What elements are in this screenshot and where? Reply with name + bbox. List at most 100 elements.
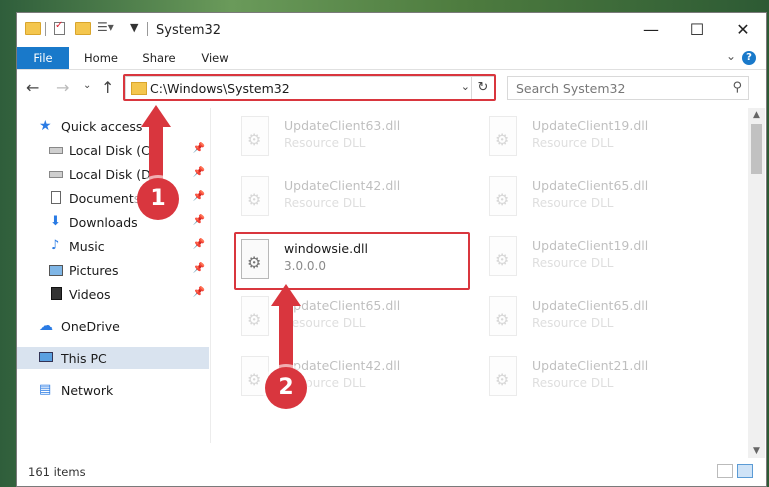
dll-file-icon: ⚙ (485, 116, 521, 160)
recent-locations-icon[interactable]: ⌄ (83, 80, 91, 91)
back-arrow-icon[interactable]: ← (26, 78, 39, 97)
sidebar-item-network[interactable]: ▤ Network (17, 379, 209, 401)
tab-view[interactable]: View (193, 47, 237, 69)
help-icon[interactable]: ? (742, 51, 756, 65)
file-item[interactable]: ⚙ UpdateClient19.dll Resource DLL (465, 230, 705, 286)
sidebar-item-documents[interactable]: Documents 📌 (17, 187, 209, 209)
sidebar-item-label: Videos (69, 287, 111, 302)
file-type: Resource DLL (532, 376, 614, 390)
dll-file-icon: ⚙ (237, 176, 273, 220)
file-item[interactable]: ⚙ UpdateClient65.dll Resource DLL (465, 170, 705, 226)
star-icon: ★ (39, 118, 52, 134)
file-explorer-window: ☰▾ ▼ System32 — ☐ ✕ File Home Share View… (16, 12, 767, 487)
separator (147, 22, 148, 36)
scroll-up-icon[interactable]: ▲ (748, 108, 765, 122)
close-button[interactable]: ✕ (720, 13, 766, 47)
customize-toolbar-icon[interactable]: ☰▾ (97, 20, 114, 34)
sidebar-item-label: Local Disk (C:) (69, 143, 159, 158)
minimize-button[interactable]: — (628, 13, 674, 47)
up-arrow-icon[interactable]: ↑ (101, 78, 114, 97)
annotation-arrow-shaft (279, 305, 293, 369)
search-icon[interactable]: ⚲ (732, 80, 742, 95)
tab-share[interactable]: Share (135, 47, 183, 69)
pictures-icon (49, 265, 63, 276)
file-type: Resource DLL (284, 316, 366, 330)
dll-file-icon: ⚙ (485, 356, 521, 400)
network-icon: ▤ (39, 382, 52, 397)
sidebar-item-label: Documents (69, 191, 141, 206)
download-icon: ⬇ (50, 214, 61, 229)
pane-divider[interactable] (210, 108, 211, 443)
file-name: UpdateClient19.dll (532, 118, 649, 133)
search-placeholder: Search System32 (516, 81, 626, 96)
file-name: UpdateClient42.dll (284, 358, 401, 373)
navigation-pane: ★ Quick access Local Disk (C:) 📌 Local D… (17, 110, 209, 446)
pin-icon[interactable]: 📌 (193, 167, 205, 178)
file-item[interactable]: ⚙ UpdateClient65.dll Resource DLL (217, 290, 457, 346)
dll-file-icon: ⚙ (237, 116, 273, 160)
scroll-down-icon[interactable]: ▼ (748, 444, 765, 458)
pin-icon[interactable]: 📌 (193, 143, 205, 154)
file-name: UpdateClient21.dll (532, 358, 649, 373)
file-item[interactable]: ⚙ UpdateClient42.dll Resource DLL (217, 170, 457, 226)
pin-icon[interactable]: 📌 (193, 191, 205, 202)
sidebar-item-onedrive[interactable]: ☁ OneDrive (17, 315, 209, 337)
tab-home[interactable]: Home (77, 47, 125, 69)
window-title: System32 (156, 23, 222, 38)
folder-icon (25, 22, 41, 35)
vertical-scrollbar[interactable]: ▲ ▼ (748, 108, 765, 458)
file-type: Resource DLL (532, 316, 614, 330)
sidebar-item-quick-access[interactable]: ★ Quick access (17, 115, 209, 137)
sidebar-item-label: Downloads (69, 215, 138, 230)
ribbon-tabs: File Home Share View ⌄ ? (17, 47, 766, 70)
search-box[interactable]: Search System32 ⚲ (507, 76, 749, 100)
sidebar-item-local-disk-d[interactable]: Local Disk (D:) 📌 (17, 163, 209, 185)
sidebar-item-label: This PC (61, 351, 107, 366)
step-badge-2: 2 (265, 367, 307, 409)
pin-icon[interactable]: 📌 (193, 215, 205, 226)
file-item[interactable]: ⚙ UpdateClient65.dll Resource DLL (465, 290, 705, 346)
pin-icon[interactable]: 📌 (193, 263, 205, 274)
tab-file[interactable]: File (17, 47, 69, 69)
file-name: UpdateClient65.dll (532, 298, 649, 313)
sidebar-item-label: Network (61, 383, 114, 398)
dll-file-icon: ⚙ (485, 176, 521, 220)
videos-icon (51, 287, 62, 300)
drive-icon (49, 147, 63, 154)
file-type: Resource DLL (284, 136, 366, 150)
sidebar-item-music[interactable]: ♪ Music 📌 (17, 235, 209, 257)
new-folder-icon[interactable] (75, 22, 91, 35)
large-icons-view-icon[interactable] (737, 464, 753, 478)
details-view-icon[interactable] (717, 464, 733, 478)
computer-icon (39, 352, 53, 362)
sidebar-item-label: Pictures (69, 263, 119, 278)
file-item[interactable]: ⚙ UpdateClient21.dll Resource DLL (465, 350, 705, 406)
annotation-arrow-head (271, 284, 301, 306)
pin-icon[interactable]: 📌 (193, 239, 205, 250)
sidebar-item-downloads[interactable]: ⬇ Downloads 📌 (17, 211, 209, 233)
cloud-icon: ☁ (39, 318, 53, 334)
file-name: UpdateClient65.dll (532, 178, 649, 193)
properties-icon[interactable] (54, 20, 65, 35)
sidebar-item-videos[interactable]: Videos 📌 (17, 283, 209, 305)
sidebar-item-this-pc[interactable]: This PC (17, 347, 209, 369)
annotation-arrow-shaft (149, 126, 163, 180)
file-type: Resource DLL (532, 196, 614, 210)
quick-access-dropdown-icon[interactable]: ▼ (130, 21, 138, 34)
sidebar-item-label: Music (69, 239, 105, 254)
title-bar: ☰▾ ▼ System32 — ☐ ✕ (17, 13, 766, 47)
pin-icon[interactable]: 📌 (193, 287, 205, 298)
item-count: 161 items (28, 465, 86, 479)
sidebar-item-local-disk-c[interactable]: Local Disk (C:) 📌 (17, 139, 209, 161)
scrollbar-thumb[interactable] (751, 124, 762, 174)
expand-ribbon-icon[interactable]: ⌄ (726, 49, 736, 63)
file-item[interactable]: ⚙ UpdateClient63.dll Resource DLL (217, 110, 457, 166)
file-item[interactable]: ⚙ UpdateClient19.dll Resource DLL (465, 110, 705, 166)
forward-arrow-icon[interactable]: → (56, 78, 69, 97)
sidebar-item-label: Quick access (61, 119, 143, 134)
sidebar-item-pictures[interactable]: Pictures 📌 (17, 259, 209, 281)
step-badge-1: 1 (137, 178, 179, 220)
maximize-button[interactable]: ☐ (674, 13, 720, 47)
dll-file-icon: ⚙ (485, 236, 521, 280)
file-item[interactable]: ⚙ UpdateClient42.dll Resource DLL (217, 350, 457, 406)
